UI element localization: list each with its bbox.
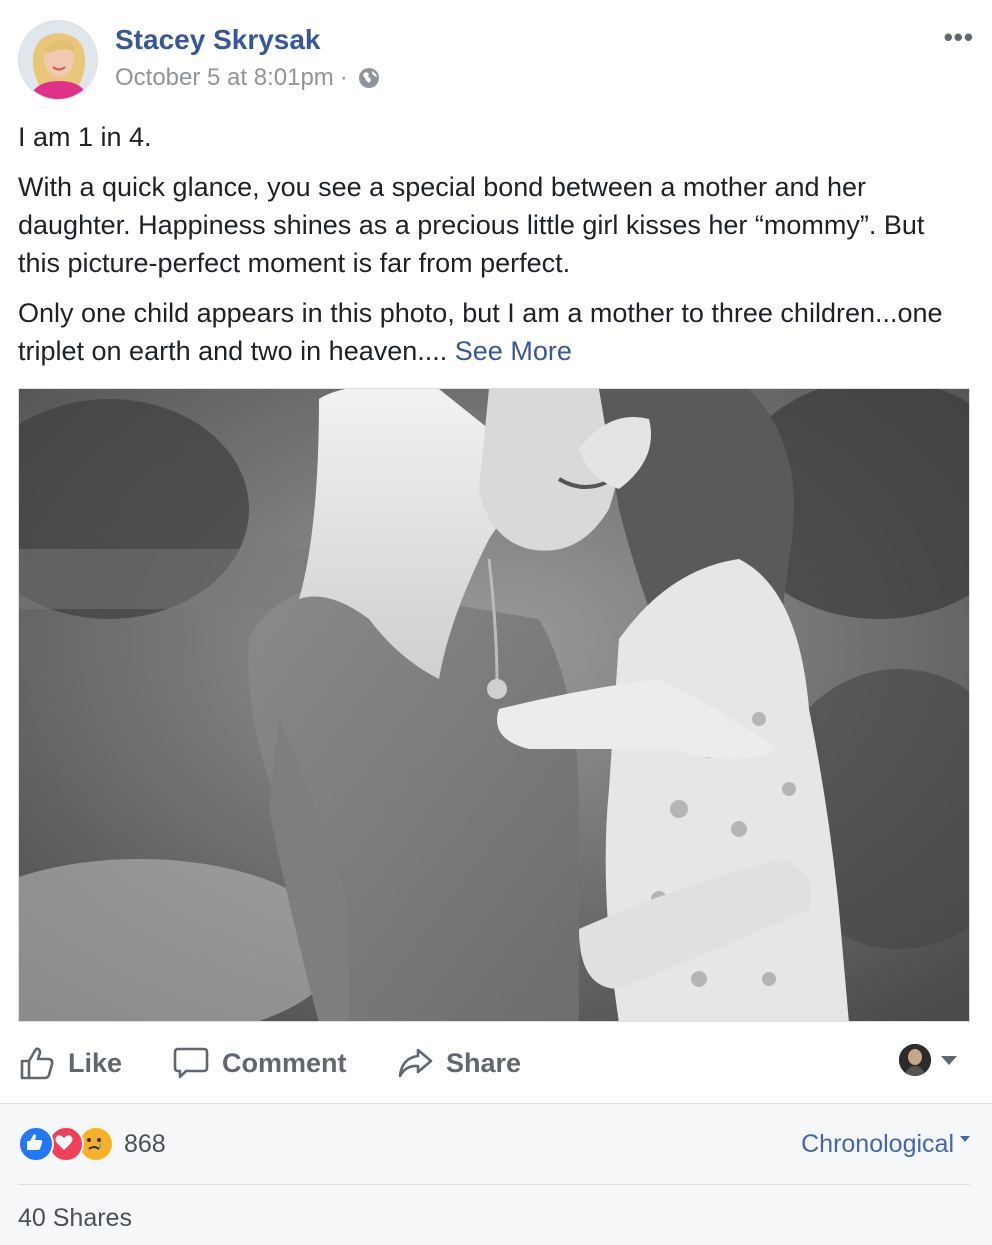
caret-down-icon xyxy=(960,1135,970,1142)
meta-separator: · xyxy=(339,64,348,91)
like-button[interactable]: Like xyxy=(18,1040,122,1086)
post-photo[interactable] xyxy=(18,388,970,1022)
post-footer: 868 Chronological 40 Shares xyxy=(0,1103,992,1245)
like-thumb-icon xyxy=(20,1047,54,1080)
share-arrow-icon xyxy=(398,1048,433,1078)
share-label: Share xyxy=(446,1047,522,1078)
sort-label: Chronological xyxy=(801,1130,954,1158)
more-options-icon[interactable]: ••• xyxy=(944,22,974,53)
comment-label: Comment xyxy=(222,1047,347,1078)
comment-button[interactable]: Comment xyxy=(172,1040,347,1086)
page-avatar xyxy=(899,1044,931,1076)
post-paragraph: With a quick glance, you see a special b… xyxy=(18,172,925,278)
author-avatar[interactable] xyxy=(18,20,98,100)
reaction-count: 868 xyxy=(124,1129,166,1158)
like-label: Like xyxy=(68,1047,123,1078)
post-paragraph: I am 1 in 4. xyxy=(18,122,152,152)
avatar-portrait xyxy=(19,21,97,99)
post-paragraph: Only one child appears in this photo, bu… xyxy=(18,294,973,370)
author-name[interactable]: Stacey Skrysak xyxy=(115,24,321,56)
see-more-link[interactable]: See More xyxy=(455,336,572,366)
post-timestamp[interactable]: October 5 at 8:01pm xyxy=(115,64,334,92)
comment-bubble-icon xyxy=(173,1047,209,1079)
post-text: I am 1 in 4. With a quick glance, you se… xyxy=(18,118,973,382)
action-bar: Like Comment Share xyxy=(18,1040,973,1086)
post-meta: October 5 at 8:01pm · xyxy=(115,64,380,92)
footer-divider xyxy=(18,1184,970,1185)
like-reaction-icon xyxy=(18,1126,54,1162)
shares-count[interactable]: 40 Shares xyxy=(18,1204,132,1233)
reactions-summary[interactable]: 868 xyxy=(18,1126,166,1162)
comment-sort-dropdown[interactable]: Chronological xyxy=(801,1130,970,1159)
chevron-down-icon xyxy=(941,1055,957,1065)
facebook-post: Stacey Skrysak October 5 at 8:01pm · •••… xyxy=(0,0,992,1245)
post-as-selector[interactable] xyxy=(899,1044,957,1076)
photo-mother-daughter xyxy=(19,389,969,1021)
share-button[interactable]: Share xyxy=(396,1040,521,1086)
globe-icon[interactable] xyxy=(358,67,380,89)
